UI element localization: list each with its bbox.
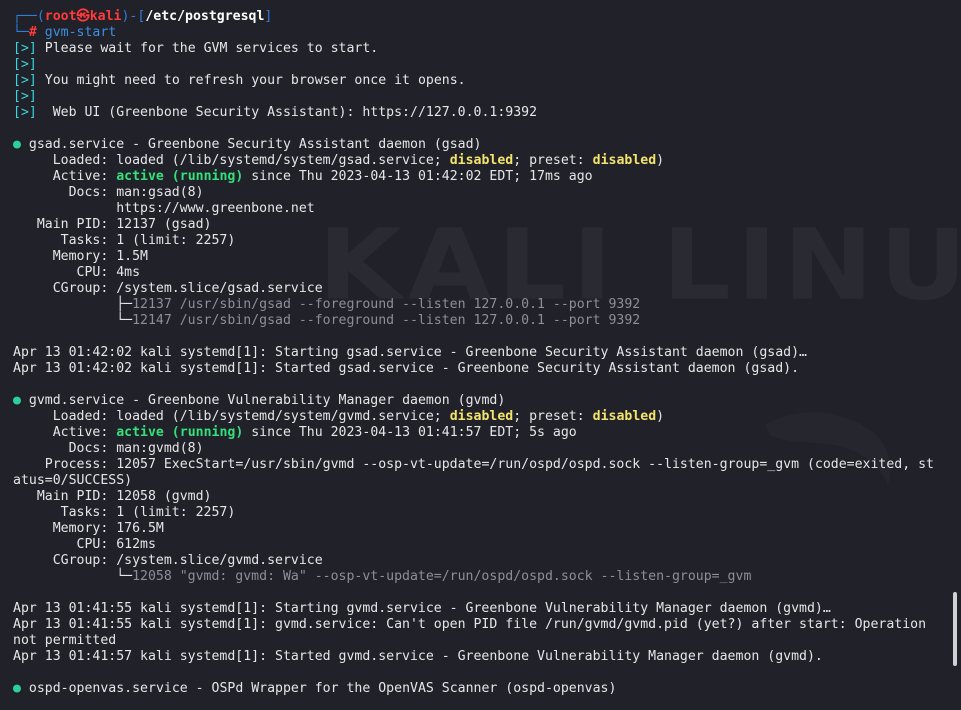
prompt-user: root — [44, 9, 77, 24]
prompt-corner-top: ┌──( — [13, 9, 45, 24]
active-status: active (running) — [116, 425, 244, 440]
service-loaded: Loaded: loaded (/lib/systemd/system/gsad… — [13, 153, 665, 168]
info-marker: [>] — [13, 73, 37, 88]
service-docs: Docs: man:gvmd(8) — [13, 441, 204, 456]
service-title: ospd-openvas.service - OSPd Wrapper for … — [28, 681, 617, 696]
log-line: Apr 13 01:42:02 kali systemd[1]: Started… — [13, 361, 800, 376]
service-process-wrap: atus=0/SUCCESS) — [13, 473, 133, 488]
prompt-line: ┌──(root㉿kali)-[/etc/postgresql] — [13, 9, 947, 25]
service-header: ● gsad.service - Greenbone Security Assi… — [13, 137, 947, 153]
active-status: active (running) — [116, 169, 244, 184]
cgroup-process: ├─12137 /usr/sbin/gsad --foreground --li… — [13, 297, 641, 312]
info-marker: [>] — [13, 57, 37, 72]
prompt-hash: # — [28, 25, 37, 40]
status-dot-icon: ● — [13, 681, 21, 696]
info-line: [>] Web UI (Greenbone Security Assistant… — [13, 105, 947, 121]
log-line: not permitted — [13, 633, 117, 648]
service-mainpid: Main PID: 12058 (gvmd) — [13, 489, 212, 504]
log-line: Apr 13 01:42:02 kali systemd[1]: Startin… — [13, 345, 807, 360]
service-process: Process: 12057 ExecStart=/usr/sbin/gvmd … — [13, 457, 934, 472]
log-line: Apr 13 01:41:57 kali systemd[1]: Started… — [13, 649, 823, 664]
prompt-corner-bottom: └─ — [13, 25, 29, 40]
scrollbar-thumb[interactable] — [953, 592, 957, 666]
info-marker: [>] — [13, 89, 37, 104]
terminal-output: ┌──(root㉿kali)-[/etc/postgresql] └─# gvm… — [13, 9, 947, 697]
prompt-at-symbol: ㉿ — [76, 9, 90, 24]
info-line: [>] Please wait for the GVM services to … — [13, 41, 947, 57]
service-title: gvmd.service - Greenbone Vulnerability M… — [28, 393, 506, 408]
prompt-bracket: )-[ — [121, 9, 146, 24]
info-line: [>] — [13, 89, 947, 105]
service-title: gsad.service - Greenbone Security Assist… — [28, 137, 482, 152]
info-line: [>] You might need to refresh your brows… — [13, 73, 947, 89]
service-loaded: Loaded: loaded (/lib/systemd/system/gvmd… — [13, 409, 665, 424]
web-ui-url-text: Web UI (Greenbone Security Assistant): h… — [44, 105, 538, 120]
status-dot-icon: ● — [13, 393, 21, 408]
service-cgroup: CGroup: /system.slice/gsad.service — [13, 281, 323, 296]
disabled-badge: disabled — [449, 409, 514, 424]
info-marker: [>] — [13, 105, 37, 120]
service-tasks: Tasks: 1 (limit: 2257) — [13, 233, 236, 248]
prompt-host: kali — [89, 9, 122, 24]
preset-badge: disabled — [592, 409, 657, 424]
service-memory: Memory: 176.5M — [13, 521, 164, 536]
cgroup-process: └─12147 /usr/sbin/gsad --foreground --li… — [13, 313, 641, 328]
service-header: ● gvmd.service - Greenbone Vulnerability… — [13, 393, 947, 409]
service-cpu: CPU: 612ms — [13, 537, 156, 552]
prompt-bracket-close: ] — [264, 9, 273, 24]
service-cpu: CPU: 4ms — [13, 265, 141, 280]
log-line: Apr 13 01:41:55 kali systemd[1]: Startin… — [13, 601, 831, 616]
command-text: gvm-start — [44, 25, 117, 40]
command-line[interactable]: └─# gvm-start — [13, 25, 947, 41]
service-tasks: Tasks: 1 (limit: 2257) — [13, 505, 236, 520]
terminal-window[interactable]: KALI LINUX "the quieter you become, the … — [0, 0, 961, 710]
info-line: [>] — [13, 57, 947, 73]
disabled-badge: disabled — [449, 153, 514, 168]
info-marker: [>] — [13, 41, 37, 56]
info-text: Please wait for the GVM services to star… — [44, 41, 379, 56]
info-text: You might need to refresh your browser o… — [44, 73, 466, 88]
service-header: ● ospd-openvas.service - OSPd Wrapper fo… — [13, 681, 947, 697]
prompt-path: /etc/postgresql — [145, 9, 265, 24]
status-dot-icon: ● — [13, 137, 21, 152]
service-active: Active: active (running) since Thu 2023-… — [13, 169, 593, 184]
service-memory: Memory: 1.5M — [13, 249, 148, 264]
cgroup-process: └─12058 "gvmd: gvmd: Wa" --osp-vt-update… — [13, 569, 752, 584]
preset-badge: disabled — [592, 153, 657, 168]
service-mainpid: Main PID: 12137 (gsad) — [13, 217, 212, 232]
log-line: Apr 13 01:41:55 kali systemd[1]: gvmd.se… — [13, 617, 927, 632]
service-active: Active: active (running) since Thu 2023-… — [13, 425, 577, 440]
service-docs-url: https://www.greenbone.net — [13, 201, 315, 216]
service-cgroup: CGroup: /system.slice/gvmd.service — [13, 553, 323, 568]
service-docs: Docs: man:gsad(8) — [13, 185, 204, 200]
